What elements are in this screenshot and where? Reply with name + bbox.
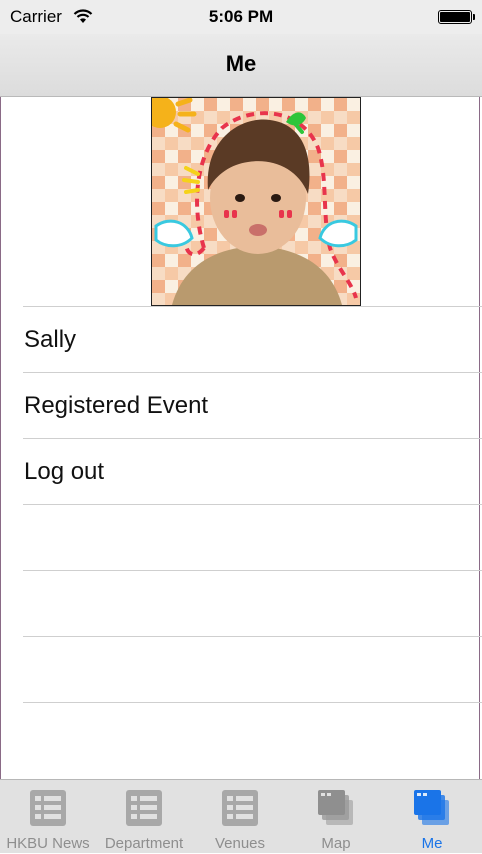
tab-me[interactable]: Me: [384, 780, 480, 854]
tab-bar: HKBU News Department Venues Map Me: [0, 779, 482, 853]
list-item-label: Sally: [24, 326, 77, 353]
page-title: Me: [225, 51, 257, 76]
list-icon: [28, 788, 68, 833]
tab-hkbu-news[interactable]: HKBU News: [0, 780, 96, 854]
list-item-registered-event[interactable]: Registered Event: [23, 372, 482, 438]
list-item-empty: [23, 570, 482, 636]
tab-label: Venues: [214, 835, 266, 852]
list-icon: [124, 788, 164, 833]
status-time: 5:06 PM: [208, 7, 274, 26]
list-item-log-out[interactable]: Log out: [23, 438, 482, 504]
list-item-profile-name[interactable]: Sally: [23, 306, 482, 372]
tab-label: Me: [421, 835, 443, 852]
list-item-empty: [23, 504, 482, 570]
battery-icon: [438, 10, 475, 24]
tab-department[interactable]: Department: [96, 780, 192, 854]
windows-icon: [316, 788, 356, 833]
tab-venues[interactable]: Venues: [192, 780, 288, 854]
list-item-label: Registered Event: [24, 392, 209, 419]
profile-photo[interactable]: [151, 97, 361, 306]
tab-label: Map: [321, 835, 351, 852]
list-icon: [220, 788, 260, 833]
status-bar: Carrier 5:06 PM: [0, 0, 482, 34]
list-item-empty: [23, 636, 482, 702]
list-item-empty: [23, 702, 482, 768]
windows-icon: [412, 788, 452, 833]
list-item-label: Log out: [24, 458, 105, 485]
navigation-bar: Me: [0, 34, 482, 97]
tab-map[interactable]: Map: [288, 780, 384, 854]
tab-label: HKBU News: [6, 835, 90, 852]
tab-label: Department: [104, 835, 184, 852]
